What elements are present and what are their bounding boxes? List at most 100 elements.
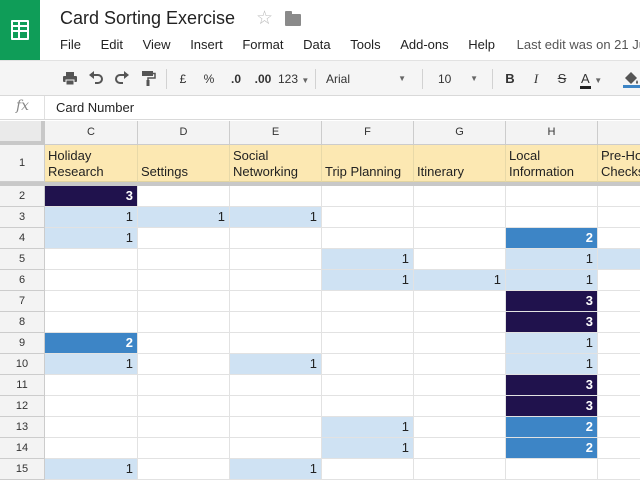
table-cell[interactable] — [322, 459, 414, 480]
row-header[interactable]: 4 — [0, 228, 45, 249]
last-edit-link[interactable]: Last edit was on 21 June — [517, 37, 640, 52]
more-formats-button[interactable]: 123 ▼ — [278, 70, 312, 88]
table-cell[interactable]: 1 — [506, 270, 598, 291]
table-cell[interactable] — [45, 396, 138, 417]
row-header[interactable]: 2 — [0, 186, 45, 207]
row-header[interactable]: 9 — [0, 333, 45, 354]
table-cell[interactable]: 1 — [230, 354, 322, 375]
percent-format-button[interactable]: % — [201, 70, 217, 88]
table-cell[interactable] — [45, 375, 138, 396]
table-cell[interactable]: 1 — [45, 228, 138, 249]
row-header[interactable]: 6 — [0, 270, 45, 291]
table-cell[interactable] — [598, 207, 640, 228]
menu-data[interactable]: Data — [303, 37, 330, 52]
table-cell[interactable] — [506, 459, 598, 480]
table-cell[interactable] — [322, 396, 414, 417]
table-cell[interactable] — [230, 186, 322, 207]
folder-icon[interactable] — [285, 11, 301, 26]
row-header[interactable]: 1 — [0, 145, 45, 182]
menu-file[interactable]: File — [60, 37, 81, 52]
table-cell[interactable] — [414, 417, 506, 438]
table-cell[interactable]: 1 — [322, 270, 414, 291]
table-cell[interactable]: 3 — [506, 312, 598, 333]
table-cell[interactable] — [414, 438, 506, 459]
table-cell[interactable] — [322, 333, 414, 354]
category-header-cell[interactable]: Settings — [138, 145, 230, 182]
table-cell[interactable] — [322, 375, 414, 396]
table-cell[interactable] — [322, 291, 414, 312]
table-cell[interactable] — [598, 375, 640, 396]
table-cell[interactable] — [506, 186, 598, 207]
table-cell[interactable] — [138, 228, 230, 249]
currency-format-button[interactable]: £ — [176, 70, 190, 88]
table-cell[interactable] — [598, 249, 640, 270]
table-cell[interactable] — [598, 354, 640, 375]
table-cell[interactable]: 1 — [322, 417, 414, 438]
table-cell[interactable]: 1 — [230, 459, 322, 480]
table-cell[interactable]: 1 — [45, 459, 138, 480]
table-cell[interactable] — [230, 270, 322, 291]
table-cell[interactable]: 1 — [322, 438, 414, 459]
table-cell[interactable] — [138, 438, 230, 459]
table-cell[interactable] — [414, 186, 506, 207]
table-cell[interactable] — [230, 417, 322, 438]
table-cell[interactable] — [138, 186, 230, 207]
table-cell[interactable] — [598, 186, 640, 207]
fill-color-icon[interactable] — [622, 70, 640, 88]
font-family-select[interactable]: Arial ▼ — [318, 69, 410, 89]
table-cell[interactable] — [230, 396, 322, 417]
table-cell[interactable] — [414, 459, 506, 480]
row-header[interactable]: 15 — [0, 459, 45, 480]
table-cell[interactable] — [322, 207, 414, 228]
category-header-cell[interactable]: Pre-HoChecks — [598, 145, 640, 182]
menu-format[interactable]: Format — [242, 37, 283, 52]
table-cell[interactable] — [414, 207, 506, 228]
column-header[interactable]: D — [138, 121, 230, 145]
table-cell[interactable] — [414, 228, 506, 249]
table-cell[interactable]: 3 — [506, 291, 598, 312]
font-size-select[interactable]: 10 ▼ — [430, 69, 482, 89]
table-cell[interactable] — [138, 354, 230, 375]
table-cell[interactable] — [45, 270, 138, 291]
table-cell[interactable] — [45, 291, 138, 312]
row-header[interactable]: 13 — [0, 417, 45, 438]
table-cell[interactable] — [138, 417, 230, 438]
sheets-logo-icon[interactable] — [0, 0, 40, 60]
table-cell[interactable] — [598, 459, 640, 480]
italic-button[interactable]: I — [529, 70, 543, 88]
table-cell[interactable]: 1 — [506, 333, 598, 354]
column-header[interactable] — [598, 121, 640, 145]
table-cell[interactable] — [322, 186, 414, 207]
table-cell[interactable] — [138, 249, 230, 270]
category-header-cell[interactable]: Local Information — [506, 145, 598, 182]
undo-icon[interactable] — [88, 70, 104, 88]
row-header[interactable]: 12 — [0, 396, 45, 417]
paint-format-icon[interactable] — [140, 70, 156, 88]
table-cell[interactable]: 1 — [414, 270, 506, 291]
table-cell[interactable] — [138, 312, 230, 333]
table-cell[interactable] — [414, 333, 506, 354]
table-cell[interactable]: 1 — [506, 354, 598, 375]
table-cell[interactable] — [138, 396, 230, 417]
table-cell[interactable] — [45, 417, 138, 438]
table-cell[interactable] — [322, 354, 414, 375]
table-cell[interactable] — [598, 438, 640, 459]
table-cell[interactable] — [230, 312, 322, 333]
table-cell[interactable] — [506, 207, 598, 228]
column-header[interactable]: E — [230, 121, 322, 145]
table-cell[interactable]: 2 — [506, 417, 598, 438]
table-cell[interactable] — [598, 228, 640, 249]
table-cell[interactable] — [138, 459, 230, 480]
column-header[interactable]: F — [322, 121, 414, 145]
menu-insert[interactable]: Insert — [190, 37, 223, 52]
category-header-cell[interactable]: Trip Planning — [322, 145, 414, 182]
table-cell[interactable] — [414, 249, 506, 270]
bold-button[interactable]: B — [503, 70, 517, 88]
table-cell[interactable] — [598, 291, 640, 312]
table-cell[interactable] — [414, 312, 506, 333]
table-cell[interactable] — [414, 354, 506, 375]
row-header[interactable]: 5 — [0, 249, 45, 270]
star-icon[interactable]: ☆ — [256, 7, 273, 30]
table-cell[interactable] — [598, 396, 640, 417]
row-header[interactable]: 14 — [0, 438, 45, 459]
